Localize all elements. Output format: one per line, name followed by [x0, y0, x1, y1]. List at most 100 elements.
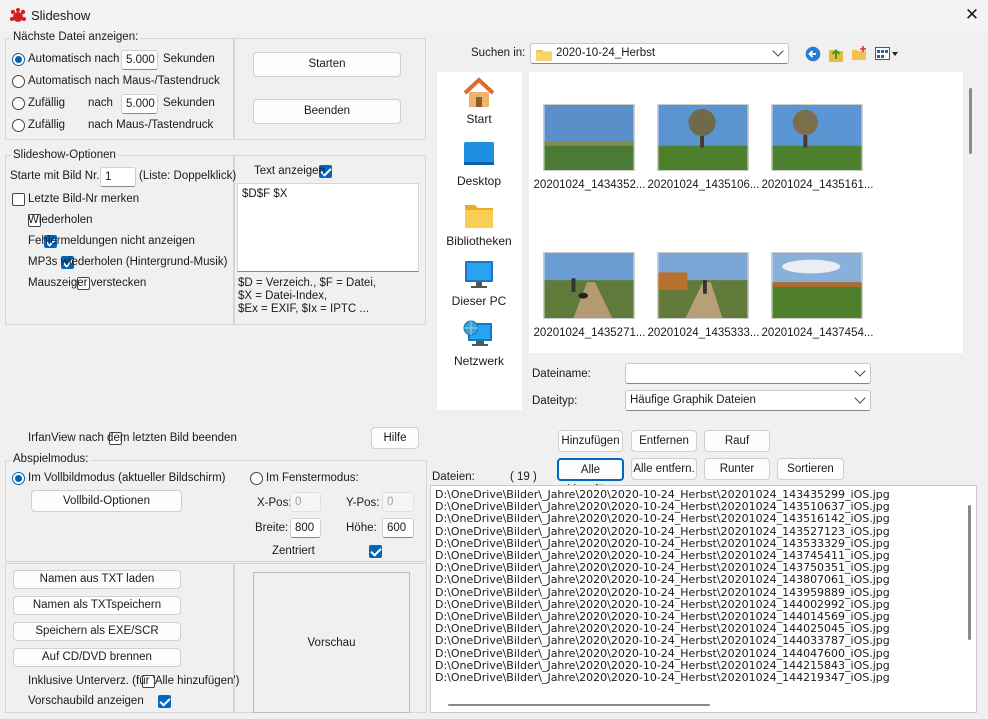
file-list-item[interactable]: D:\OneDrive\Bilder\_Jahre\2020\2020-10-2… [435, 525, 972, 538]
hide-cursor-label: Mauszeiger verstecken [28, 277, 147, 289]
place-this-pc[interactable]: Dieser PC [440, 259, 518, 308]
height-label: Höhe: [346, 522, 377, 534]
thumbnail-scrollbar[interactable] [969, 88, 972, 154]
thumbnail-item[interactable] [771, 252, 863, 322]
thumbnail-item[interactable] [543, 104, 635, 174]
network-icon [463, 320, 492, 346]
thumbnail-image [657, 252, 749, 319]
preview-thumb-checkbox[interactable] [157, 695, 171, 708]
preview-pane: Vorschau [253, 572, 410, 713]
file-list-item[interactable]: D:\OneDrive\Bilder\_Jahre\2020\2020-10-2… [435, 513, 972, 525]
add-all-button[interactable]: Alle hinzufüg. [557, 458, 624, 496]
ypos-input[interactable]: 0 [382, 492, 414, 512]
next-file-legend: Nächste Datei anzeigen: [11, 31, 141, 43]
thumbnail-item[interactable] [543, 252, 635, 322]
auto-seconds-input[interactable]: 5.000 [121, 50, 158, 70]
thumbnail-item[interactable] [771, 104, 863, 174]
thumbnail-image [771, 104, 863, 171]
radio-auto-seconds[interactable] [12, 53, 25, 66]
look-in-label: Suchen in: [471, 47, 526, 59]
place-desktop[interactable]: Desktop [440, 139, 518, 188]
random-seconds-unit: Sekunden [163, 97, 215, 109]
filename-combo[interactable] [625, 363, 871, 384]
thumbnail-image [543, 252, 635, 319]
radio-fullscreen[interactable] [12, 472, 25, 485]
exit-after-label: IrfanView nach dem letzten Bild beenden [28, 432, 237, 444]
thumbnail-item[interactable] [657, 104, 749, 174]
thumbnail-item[interactable] [657, 252, 749, 322]
file-list-item[interactable]: D:\OneDrive\Bilder\_Jahre\2020\2020-10-2… [435, 635, 972, 647]
mp3-repeat-label: MP3s wiederholen (Hintergrund-Musik) [28, 256, 228, 268]
radio-auto-key-label: Automatisch nach Maus-/Tastendruck [28, 75, 220, 87]
thumbnail-image [771, 252, 863, 319]
text-help-line3: $Ex = EXIF, $Ix = IPTC ... [238, 303, 370, 315]
start-number-input[interactable]: 1 [100, 167, 136, 187]
files-hscrollbar[interactable] [448, 704, 710, 706]
help-button[interactable]: Hilfe [371, 427, 419, 449]
files-label: Dateien: [432, 471, 475, 483]
sort-button[interactable]: Sortieren [777, 458, 844, 480]
file-list-item[interactable]: D:\OneDrive\Bilder\_Jahre\2020\2020-10-2… [435, 574, 972, 586]
save-exe-button[interactable]: Speichern als EXE/SCR [13, 622, 181, 641]
save-txt-button[interactable]: Namen als TXTspeichern [13, 596, 181, 615]
place-this-pc-label: Dieser PC [451, 294, 507, 308]
random-seconds-input[interactable]: 5.000 [121, 94, 158, 114]
load-txt-button[interactable]: Namen aus TXT laden [13, 570, 181, 589]
xpos-label: X-Pos: [257, 497, 292, 509]
width-label: Breite: [255, 522, 289, 534]
look-in-dropdown[interactable]: 2020-10-24_Herbst [530, 43, 789, 64]
file-list-item[interactable]: D:\OneDrive\Bilder\_Jahre\2020\2020-10-2… [435, 647, 972, 660]
filetype-dropdown[interactable]: Häufige Graphik Dateien [625, 390, 871, 411]
thumbnail-label: 20201024_1437454... [761, 327, 874, 339]
radio-random-seconds-label: Zufällig [28, 97, 66, 109]
files-vscrollbar[interactable] [968, 505, 971, 640]
place-network[interactable]: Netzwerk [440, 319, 518, 368]
radio-auto-seconds-label: Automatisch nach [28, 53, 120, 65]
center-checkbox[interactable] [369, 545, 383, 558]
remove-all-button[interactable]: Alle entfern. [631, 458, 697, 480]
window-title: Slideshow [31, 8, 91, 23]
radio-auto-key[interactable] [12, 75, 25, 88]
preview-thumb-label: Vorschaubild anzeigen [28, 695, 144, 707]
thumbnail-label: 20201024_1435333... [647, 327, 760, 339]
radio-random-key[interactable] [12, 119, 25, 132]
view-menu-icon[interactable] [875, 47, 899, 61]
text-template-input[interactable]: $D$F $X [237, 183, 419, 272]
text-help-line1: $D = Verzeich., $F = Datei, [238, 277, 377, 289]
file-list-item[interactable]: D:\OneDrive\Bilder\_Jahre\2020\2020-10-2… [435, 671, 972, 684]
file-list-item[interactable]: D:\OneDrive\Bilder\_Jahre\2020\2020-10-2… [435, 586, 972, 599]
subfolders-label: Inklusive Unterverz. (für 'Alle hinzufüg… [28, 675, 240, 687]
back-icon[interactable] [805, 46, 821, 62]
place-start[interactable]: Start [440, 77, 518, 126]
thumbnail-image [543, 104, 635, 171]
start-number-label: Starte mit Bild Nr.: [10, 170, 103, 182]
thumbnail-label: 20201024_1435106... [647, 179, 760, 191]
new-folder-icon[interactable] [851, 45, 868, 62]
place-libraries[interactable]: Bibliotheken [440, 199, 518, 248]
radio-random-seconds[interactable] [12, 97, 25, 110]
start-number-hint: (Liste: Doppelklick) [139, 170, 237, 182]
up-folder-icon[interactable] [828, 45, 844, 63]
filetype-label: Dateityp: [532, 395, 578, 407]
start-button[interactable]: Starten [253, 52, 401, 77]
width-input[interactable]: 800 [290, 518, 321, 538]
thumbnail-label: 20201024_1434352... [533, 179, 646, 191]
add-button[interactable]: Hinzufügen [558, 430, 623, 452]
close-icon[interactable]: ✕ [960, 3, 984, 27]
remember-checkbox[interactable] [12, 193, 25, 206]
height-input[interactable]: 600 [382, 518, 414, 538]
xpos-input[interactable]: 0 [290, 492, 321, 512]
filename-label: Dateiname: [532, 368, 591, 380]
stop-button[interactable]: Beenden [253, 99, 401, 124]
remove-button[interactable]: Entfernen [631, 430, 697, 452]
radio-window-mode[interactable] [250, 472, 263, 485]
center-label: Zentriert [272, 545, 315, 557]
fullscreen-options-button[interactable]: Vollbild-Optionen [31, 490, 182, 512]
chevron-down-icon [854, 365, 866, 377]
files-listbox[interactable]: D:\OneDrive\Bilder\_Jahre\2020\2020-10-2… [430, 485, 977, 713]
move-down-button[interactable]: Runter [704, 458, 770, 480]
text-help-line2: $X = Datei-Index, [238, 290, 328, 302]
move-up-button[interactable]: Rauf [704, 430, 770, 452]
computer-icon [465, 261, 493, 288]
burn-cd-button[interactable]: Auf CD/DVD brennen [13, 648, 181, 667]
